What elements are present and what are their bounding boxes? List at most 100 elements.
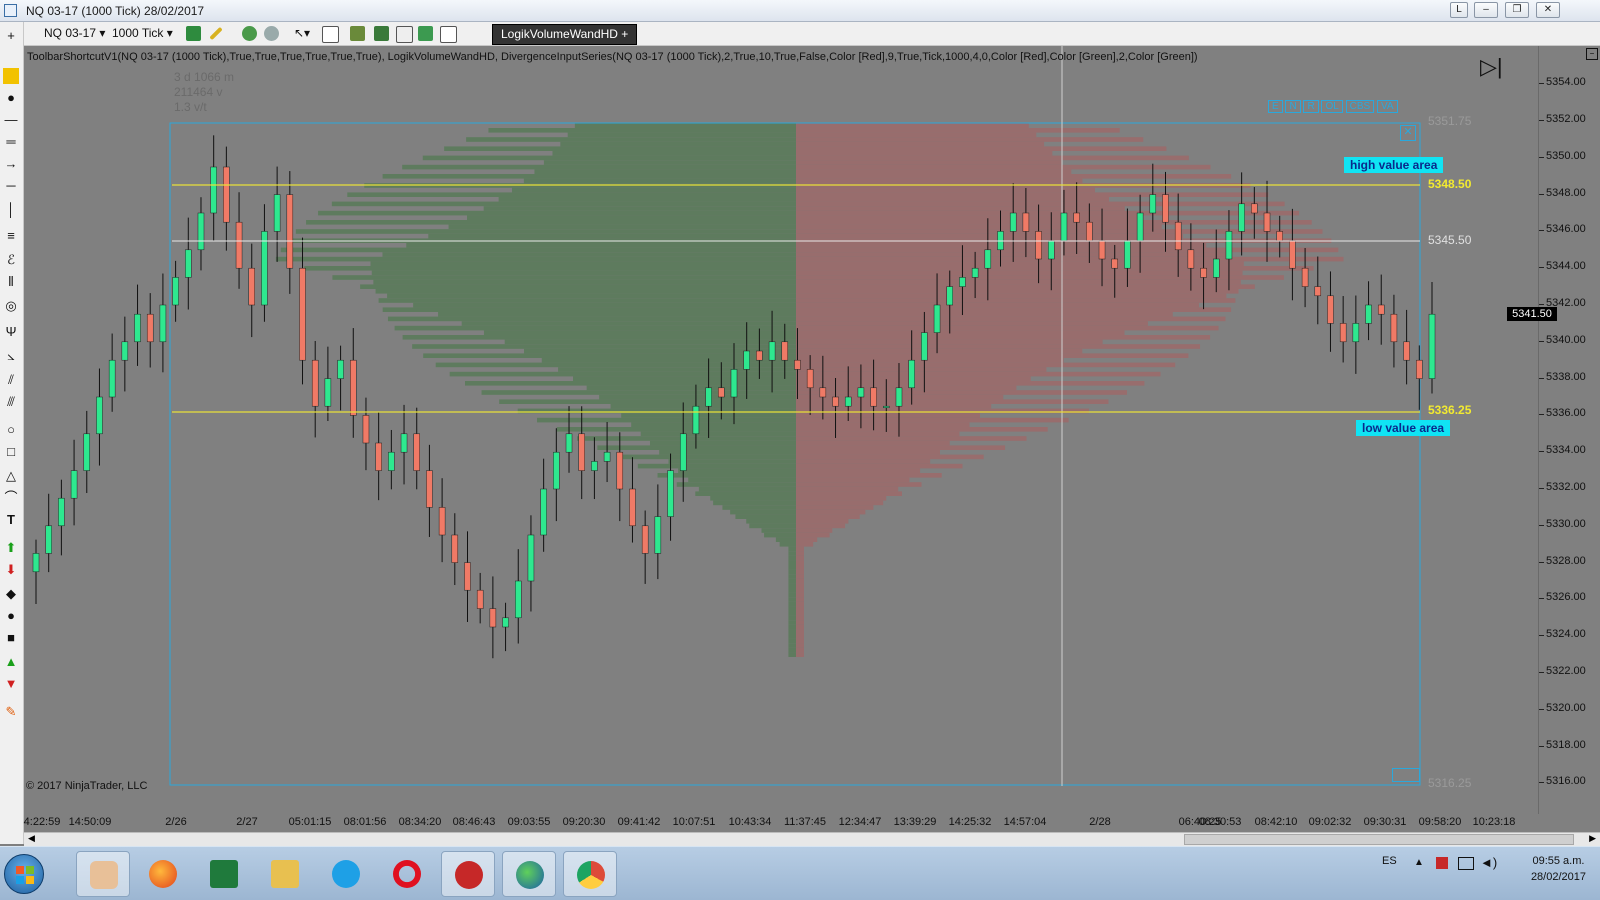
- candle-down: [819, 387, 827, 398]
- zoom-icon[interactable]: [322, 26, 339, 43]
- start-button[interactable]: [4, 854, 44, 894]
- chart-style-icon[interactable]: [186, 26, 201, 41]
- properties-icon[interactable]: [374, 26, 389, 41]
- buy-volume-bar: [631, 422, 796, 427]
- extended-line-icon[interactable]: ═: [3, 134, 19, 150]
- arrow-up-icon[interactable]: ⬆: [3, 540, 19, 556]
- chart-panel[interactable]: ToolbarShortcutV1(NQ 03-17 (1000 Tick),T…: [24, 46, 1538, 814]
- rectangle-icon[interactable]: □: [3, 444, 19, 460]
- text-icon[interactable]: T: [3, 512, 19, 528]
- profile-btn-e[interactable]: E: [1268, 100, 1283, 113]
- time-axis[interactable]: 4:22:59 14:50:09 2/26 2/27 05:01:15 08:01:56 0…: [24, 814, 1600, 832]
- line-icon[interactable]: —: [3, 112, 19, 128]
- tray-expand-icon[interactable]: ▲: [1414, 857, 1424, 868]
- taskbar-app-hand[interactable]: [76, 851, 130, 897]
- tray-flag-icon[interactable]: [1436, 857, 1448, 869]
- triangle-up-icon[interactable]: ▲: [3, 654, 19, 670]
- taskbar-app-ninjatrader[interactable]: [441, 851, 495, 897]
- fibonacci-icon[interactable]: ≡: [3, 228, 19, 244]
- sell-volume-bar: [796, 634, 804, 639]
- close-button[interactable]: ✕: [1536, 2, 1560, 18]
- diamond-icon[interactable]: ◆: [3, 586, 19, 602]
- indicator-button[interactable]: LogikVolumeWandHD +: [492, 24, 638, 45]
- remove-drawings-icon[interactable]: ✎: [3, 704, 19, 720]
- sell-volume-bar: [796, 362, 1176, 368]
- profile-btn-ol[interactable]: OL: [1321, 100, 1343, 113]
- profile-close-icon[interactable]: ✕: [1400, 125, 1416, 141]
- data-box-icon[interactable]: [440, 26, 457, 43]
- cursor-icon[interactable]: ↖▾: [294, 26, 310, 41]
- taskbar-app-firefox[interactable]: [136, 851, 190, 897]
- pencil-icon[interactable]: [209, 26, 223, 41]
- triangle-down-icon[interactable]: ▼: [3, 676, 19, 692]
- buy-volume-bar: [347, 192, 796, 197]
- info-vt: 1.3 v/t: [174, 100, 207, 114]
- taskbar-app-skype[interactable]: [319, 851, 373, 897]
- note-icon[interactable]: [3, 68, 19, 84]
- instrument-selector[interactable]: NQ 03-17 ▾: [44, 26, 105, 40]
- taskbar-app-explorer[interactable]: [258, 851, 312, 897]
- template-icon[interactable]: [396, 26, 413, 43]
- gann-fan-icon[interactable]: ⦣: [3, 348, 19, 364]
- price-chart[interactable]: [24, 46, 1538, 814]
- sell-volume-bar: [796, 542, 814, 547]
- link-button[interactable]: L: [1450, 2, 1468, 18]
- fib-time-icon[interactable]: ⦀: [3, 274, 19, 290]
- trend-channel-icon[interactable]: ⫻: [3, 394, 19, 410]
- tray-volume-icon[interactable]: ◄): [1480, 855, 1497, 870]
- profile-btn-n[interactable]: N: [1285, 100, 1301, 113]
- horizontal-scrollbar[interactable]: ◀ ▶: [24, 832, 1600, 846]
- taskbar-app-globe[interactable]: [502, 851, 556, 897]
- axis-collapse-icon[interactable]: −: [1586, 48, 1598, 60]
- candle-down: [1301, 267, 1309, 287]
- taskbar-app-opera[interactable]: [380, 851, 434, 897]
- scroll-left-icon[interactable]: ◀: [28, 833, 35, 844]
- buy-volume-bar: [560, 141, 796, 147]
- buy-volume-bar: [382, 252, 796, 257]
- buy-volume-bar: [788, 601, 796, 607]
- dot-icon[interactable]: ●: [3, 608, 19, 624]
- taskbar-clock[interactable]: 09:55 a.m. 28/02/2017: [1531, 853, 1586, 885]
- andrews-pitchfork-icon[interactable]: Ψ: [3, 324, 19, 340]
- y-tick-label: 5354.00: [1539, 76, 1586, 89]
- buy-volume-bar: [536, 417, 796, 423]
- x-tick-label: 05:01:15: [288, 816, 332, 828]
- price-axis[interactable]: 5354.00 5352.00 5350.00 5348.00 5346.00 5344.…: [1507, 46, 1600, 814]
- restore-button[interactable]: ❐: [1505, 2, 1529, 18]
- taskbar-app-excel[interactable]: [197, 851, 251, 897]
- pin-grey-icon[interactable]: [264, 26, 279, 41]
- buy-volume-bar: [788, 638, 796, 644]
- horizontal-line-icon[interactable]: ─: [3, 178, 19, 194]
- crosshair-icon[interactable]: +: [3, 28, 19, 44]
- arrow-line-icon[interactable]: →: [3, 156, 19, 172]
- pin-icon[interactable]: [242, 26, 257, 41]
- buy-volume-bar: [788, 569, 796, 575]
- profile-btn-cbs[interactable]: CBS: [1345, 100, 1375, 113]
- fib-extension-icon[interactable]: ℰ: [3, 252, 19, 268]
- language-indicator[interactable]: ES: [1382, 855, 1397, 867]
- regression-channel-icon[interactable]: ⫽: [3, 372, 19, 388]
- sell-volume-bar: [796, 496, 887, 501]
- taskbar-app-chrome[interactable]: [563, 851, 617, 897]
- money-icon[interactable]: [418, 26, 433, 41]
- minimize-button[interactable]: –: [1474, 2, 1498, 18]
- buy-volume-bar: [788, 611, 796, 616]
- scroll-right-icon[interactable]: ▶: [1589, 833, 1596, 844]
- vertical-line-icon[interactable]: │: [3, 202, 19, 218]
- scroll-thumb[interactable]: [1184, 834, 1574, 845]
- tray-network-icon[interactable]: [1458, 857, 1474, 870]
- profile-btn-r[interactable]: R: [1303, 100, 1319, 113]
- ray-icon[interactable]: ●: [3, 90, 19, 106]
- ellipse-icon[interactable]: ○: [3, 422, 19, 438]
- interval-selector[interactable]: 1000 Tick ▾: [112, 26, 173, 40]
- go-to-end-icon[interactable]: ▷|: [1480, 54, 1503, 80]
- fib-circle-icon[interactable]: ◎: [3, 298, 19, 314]
- candle-down: [350, 359, 357, 416]
- square-icon[interactable]: ■: [3, 630, 19, 646]
- triangle-icon[interactable]: △: [3, 468, 19, 484]
- profile-btn-va[interactable]: VA: [1376, 100, 1398, 113]
- arc-icon[interactable]: ⌒: [3, 490, 19, 506]
- arrow-down-icon[interactable]: ⬇: [3, 562, 19, 578]
- profile-expand-icon[interactable]: [1392, 768, 1420, 782]
- bars-icon[interactable]: [350, 26, 365, 41]
